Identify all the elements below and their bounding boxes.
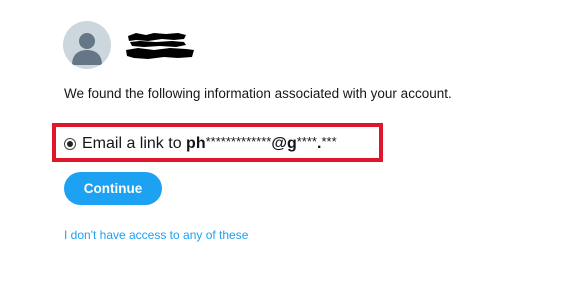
default-avatar-icon	[72, 33, 102, 65]
no-access-link[interactable]: I don't have access to any of these	[64, 228, 248, 242]
avatar	[63, 21, 111, 69]
email-mask-2: ****	[296, 134, 317, 149]
email-mask-3: ***	[321, 134, 337, 149]
redacted-account-name	[126, 30, 196, 64]
email-link-option[interactable]: Email a link to ph*************@g****.**…	[64, 134, 337, 153]
email-mask-1: *************	[205, 134, 272, 149]
email-part-2: @g	[271, 135, 297, 152]
email-option-radio[interactable]	[64, 137, 76, 150]
email-option-label[interactable]: Email a link to ph*************@g****.**…	[82, 134, 337, 153]
email-part-1: ph	[186, 135, 206, 152]
radio-selected-dot	[67, 140, 73, 147]
info-message: We found the following information assoc…	[64, 86, 452, 101]
continue-button[interactable]: Continue	[64, 172, 162, 205]
option-prefix: Email a link to	[82, 135, 187, 152]
